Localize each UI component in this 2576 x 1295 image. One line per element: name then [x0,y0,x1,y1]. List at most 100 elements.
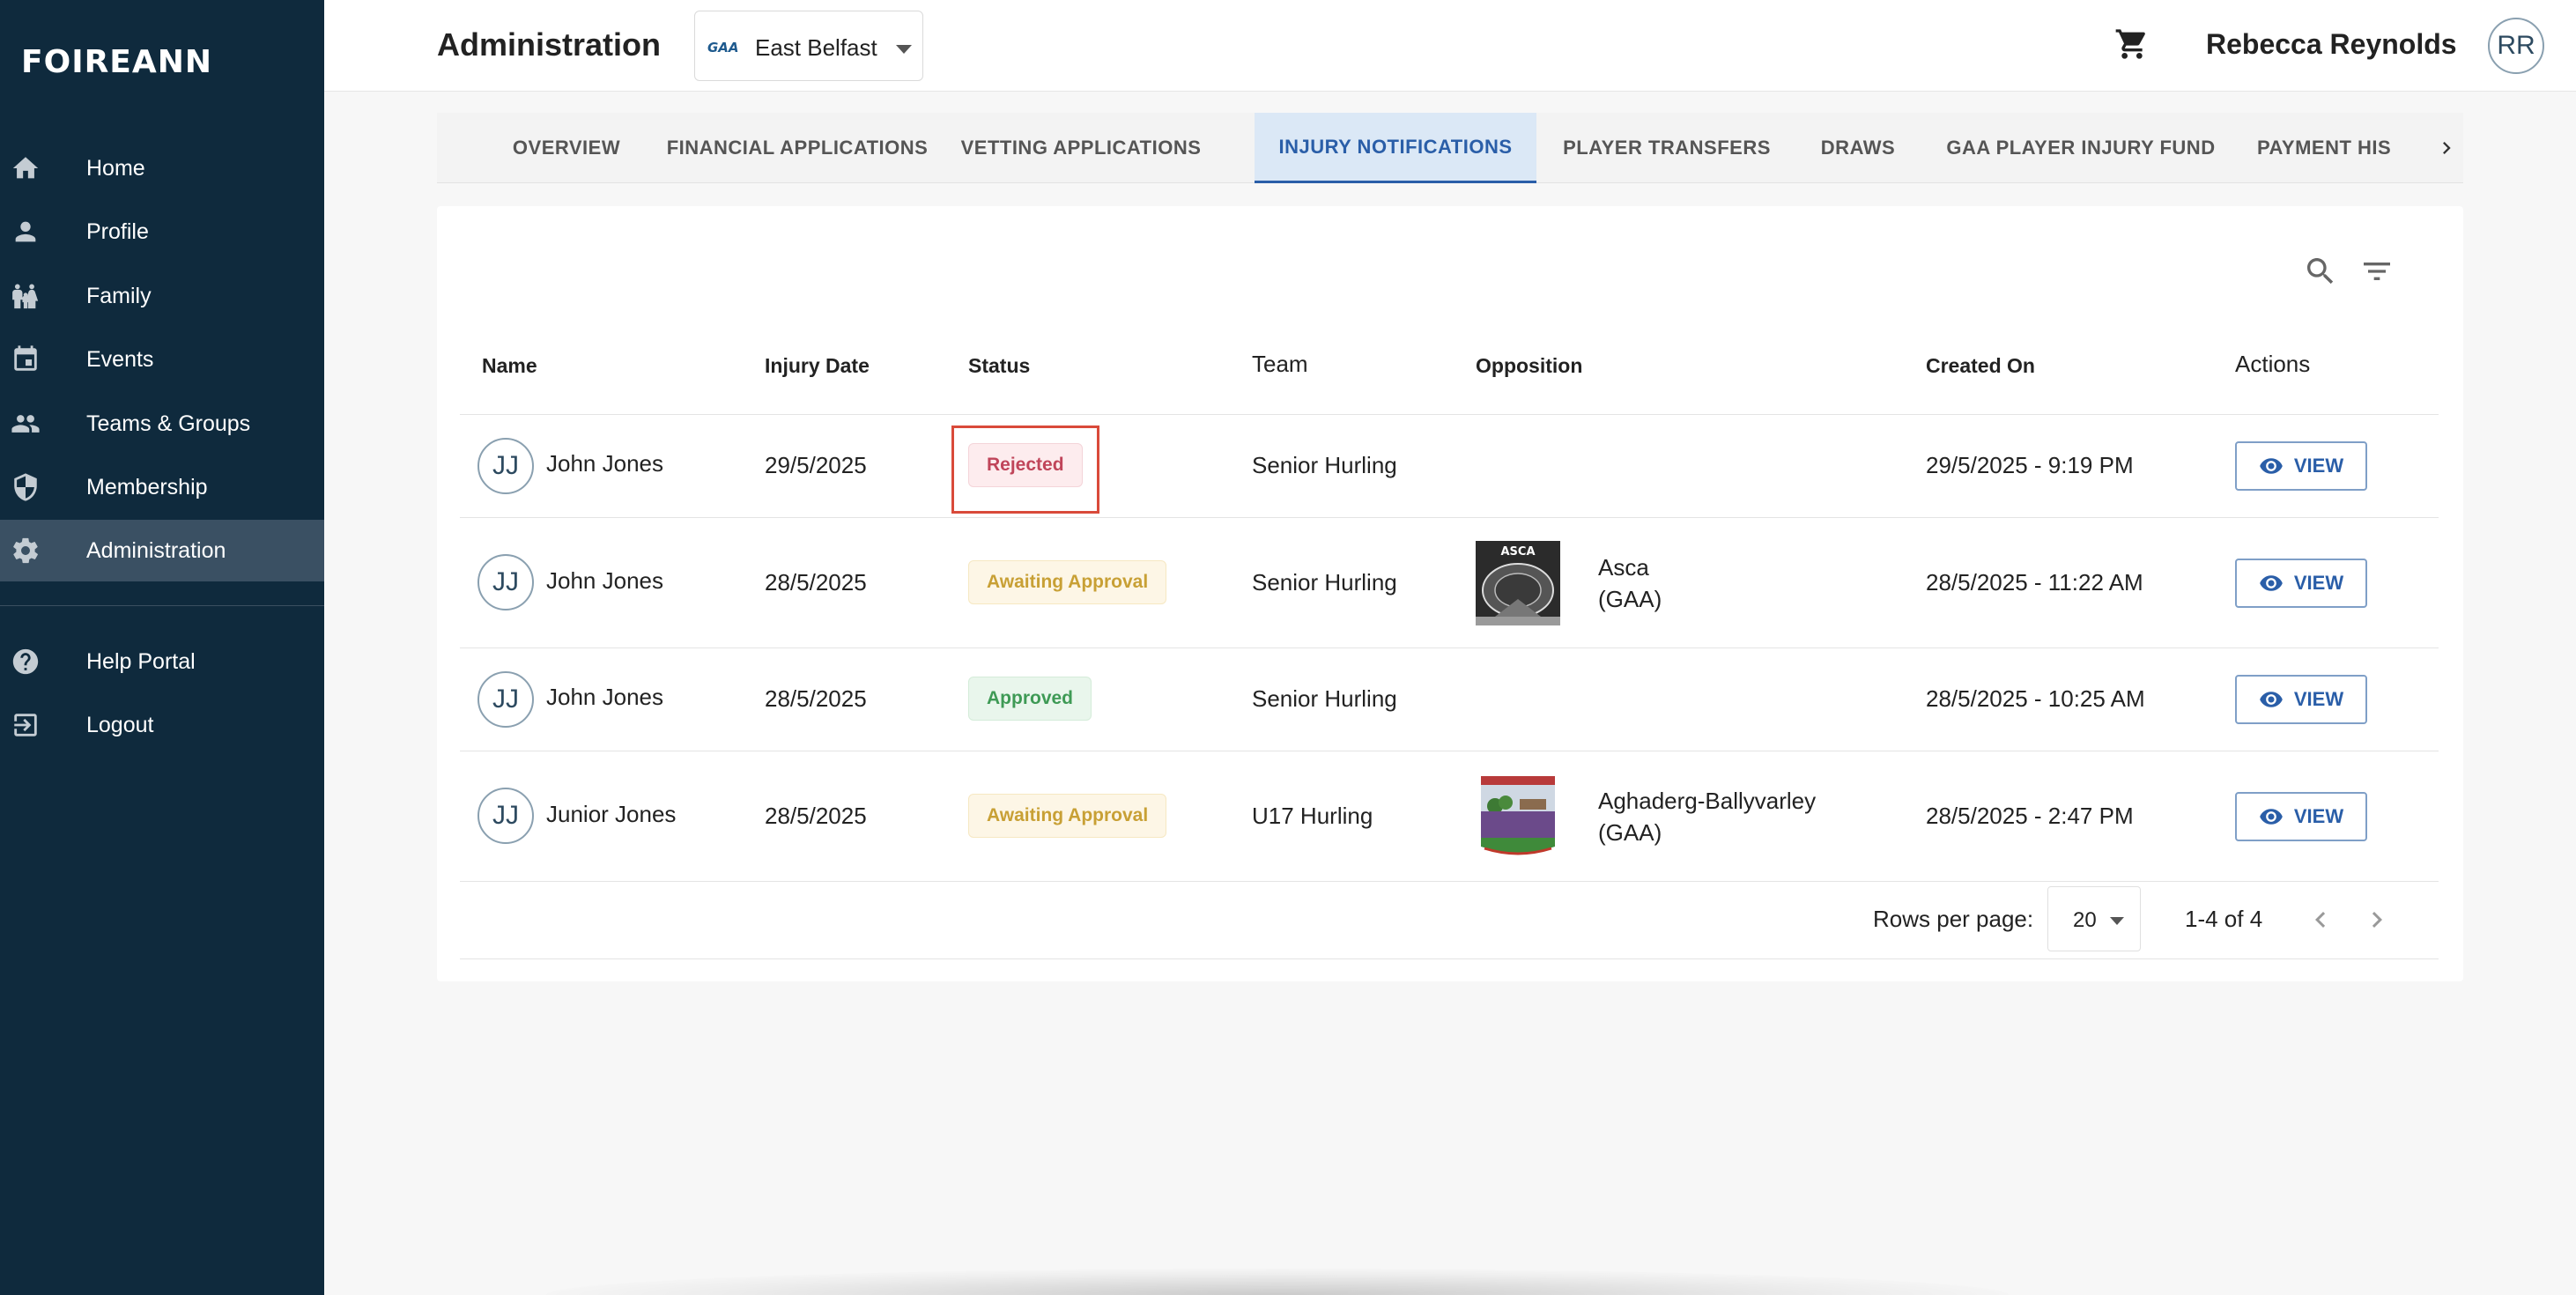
opposition-type: (GAA) [1598,586,1662,612]
sidebar-item-events[interactable]: Events [0,329,324,390]
user-name[interactable]: Rebecca Reynolds [2206,28,2457,61]
sidebar-item-family[interactable]: Family [0,265,324,327]
bottom-shadow [546,1269,2009,1295]
sidebar-item-logout[interactable]: Logout [0,694,324,756]
table-divider [460,958,2439,959]
row-created-on: 28/5/2025 - 10:25 AM [1926,685,2145,712]
tab-injury-notifications[interactable]: INJURY NOTIFICATIONS [1255,113,1536,183]
view-button[interactable]: VIEW [2235,559,2367,608]
shield-icon [11,472,41,502]
tabs-scroll-right-button[interactable] [2430,113,2463,183]
table-row[interactable]: JJ John Jones 28/5/2025 Awaiting Approva… [460,518,2439,648]
search-icon [2307,258,2334,285]
person-icon [11,217,41,247]
tab-payment-history[interactable]: PAYMENT HIS [2257,113,2416,183]
status-badge: Approved [968,677,1092,721]
column-header-actions: Actions [2235,351,2311,377]
rows-per-page-label: Rows per page: [1873,906,2034,932]
asca-club-logo: ASCA [1476,541,1560,625]
row-avatar: JJ [477,554,534,610]
row-name: Junior Jones [546,801,677,827]
page-title: Administration [437,26,662,63]
row-team: Senior Hurling [1252,685,1397,712]
club-logo-text: ASCA [1500,545,1535,559]
view-button[interactable]: VIEW [2235,792,2367,841]
sidebar-item-profile[interactable]: Profile [0,201,324,263]
top-header: Administration GAA East Belfast Rebecca … [324,0,2576,92]
view-button[interactable]: VIEW [2235,441,2367,491]
row-opposition: Aghaderg-Ballyvarley (GAA) [1598,785,1816,848]
sidebar-item-teams-groups[interactable]: Teams & Groups [0,393,324,455]
sidebar-item-administration[interactable]: Administration [0,520,324,581]
next-page-button[interactable] [2361,904,2393,936]
tab-player-transfers[interactable]: PLAYER TRANSFERS [1549,113,1785,183]
column-header-status[interactable]: Status [968,354,1030,378]
app-logo: FOIREANN [21,44,213,80]
eye-icon [2260,575,2283,591]
sidebar-item-label: Family [86,283,152,308]
status-highlight-box [951,426,1099,514]
column-header-created-on[interactable]: Created On [1926,354,2035,378]
sidebar-item-label: Home [86,155,145,181]
eye-icon [2260,458,2283,474]
logout-icon [11,710,41,740]
rows-per-page-select[interactable]: 20 [2047,886,2141,951]
svg-text:GAA: GAA [707,40,739,56]
column-header-name[interactable]: Name [482,354,537,378]
sidebar-item-membership[interactable]: Membership [0,456,324,518]
chevron-right-icon [2443,142,2451,154]
eye-icon [2260,809,2283,825]
sidebar: FOIREANN Home Profile Family Events Team… [0,0,324,1295]
view-button-label: VIEW [2293,572,2344,594]
row-team: U17 Hurling [1252,803,1373,829]
opposition-name: Asca [1598,554,1649,581]
club-select-value: East Belfast [755,34,877,61]
sidebar-item-label: Administration [86,537,226,563]
table-divider [460,881,2439,882]
row-name: John Jones [546,684,663,710]
column-header-opposition[interactable]: Opposition [1476,354,1582,378]
filter-icon [2364,263,2390,280]
cart-icon[interactable] [2114,26,2150,62]
eye-icon [2260,692,2283,707]
aghaderg-club-logo [1476,774,1560,859]
table-row[interactable]: JJ John Jones 28/5/2025 Approved Senior … [460,648,2439,751]
gaa-logo-icon: GAA [707,40,739,56]
tab-vetting-applications[interactable]: VETTING APPLICATIONS [951,113,1210,183]
table-row[interactable]: JJ Junior Jones 28/5/2025 Awaiting Appro… [460,751,2439,881]
tab-overview[interactable]: OVERVIEW [490,113,643,183]
tab-gaa-player-injury-fund[interactable]: GAA PLAYER INJURY FUND [1931,113,2231,183]
sidebar-item-help-portal[interactable]: Help Portal [0,631,324,692]
tab-draws[interactable]: DRAWS [1811,113,1905,183]
user-avatar[interactable]: RR [2488,18,2544,74]
row-created-on: 29/5/2025 - 9:19 PM [1926,452,2134,478]
chevron-right-icon [2372,912,2382,928]
tab-financial-applications[interactable]: FINANCIAL APPLICATIONS [657,113,937,183]
search-button[interactable] [2303,254,2338,289]
row-name: John Jones [546,567,663,594]
rows-per-page-value: 20 [2073,908,2097,932]
row-opposition: Asca (GAA) [1598,551,1662,615]
view-button-label: VIEW [2293,688,2344,710]
filter-button[interactable] [2359,254,2395,289]
row-injury-date: 28/5/2025 [765,569,867,596]
table-row[interactable]: JJ John Jones 29/5/2025 Rejected Senior … [460,415,2439,517]
view-button[interactable]: VIEW [2235,675,2367,724]
gear-icon [11,536,41,566]
sidebar-item-home[interactable]: Home [0,137,324,199]
row-avatar: JJ [477,788,534,844]
sidebar-item-label: Events [86,346,154,372]
column-header-injury-date[interactable]: Injury Date [765,354,870,378]
row-created-on: 28/5/2025 - 11:22 AM [1926,569,2143,596]
status-badge: Awaiting Approval [968,560,1167,604]
column-header-team: Team [1252,351,1308,377]
calendar-icon [11,344,41,374]
family-icon [11,281,41,311]
sidebar-divider [0,605,324,606]
club-select[interactable]: GAA East Belfast [694,11,923,81]
help-icon [11,647,41,677]
previous-page-button[interactable] [2305,904,2336,936]
view-button-label: VIEW [2293,455,2344,477]
row-injury-date: 28/5/2025 [765,685,867,712]
opposition-type: (GAA) [1598,819,1662,846]
